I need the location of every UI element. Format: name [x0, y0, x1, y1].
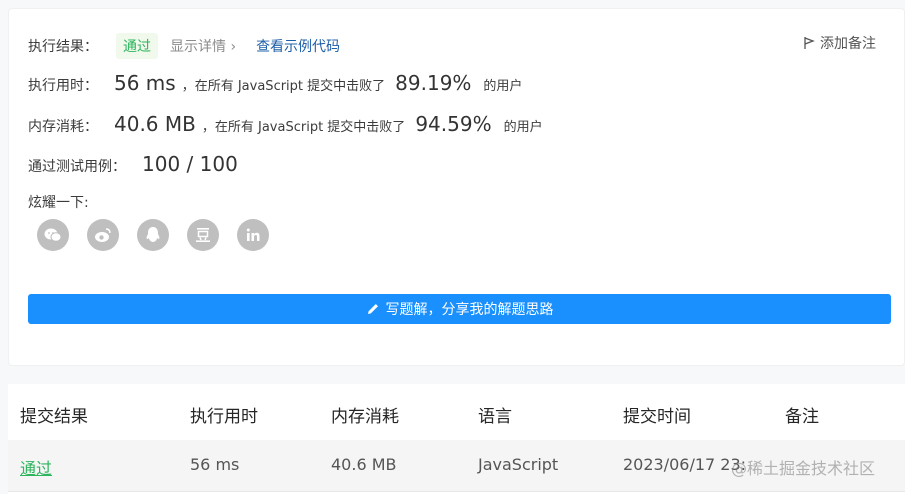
qq-icon[interactable] — [137, 219, 169, 251]
result-row: 执行结果： 通过 显示详情 › 查看示例代码 — [28, 33, 340, 59]
header-runtime: 执行用时 — [190, 407, 258, 427]
row-status-link[interactable]: 通过 — [20, 455, 52, 479]
runtime-label: 执行用时： — [28, 78, 98, 94]
watermark: @稀土掘金技术社区 — [731, 459, 876, 478]
row-memory: 40.6 MB — [331, 455, 397, 474]
header-memory: 内存消耗 — [331, 407, 399, 427]
memory-row: 内存消耗： 40.6 MB ，在所有 JavaScript 提交中击败了 94.… — [28, 112, 543, 136]
memory-percent: 94.59% — [415, 112, 492, 136]
tests-label: 通过测试用例： — [28, 159, 126, 175]
flag-icon — [804, 37, 815, 49]
row-language: JavaScript — [478, 455, 559, 474]
runtime-mid-text: ，在所有 JavaScript 提交中击败了 — [181, 79, 386, 94]
runtime-row: 执行用时： 56 ms ，在所有 JavaScript 提交中击败了 89.19… — [28, 71, 522, 95]
row-time: 2023/06/17 23: — [623, 455, 747, 474]
pencil-icon — [367, 304, 378, 314]
add-note-button[interactable]: 添加备注 — [802, 33, 876, 53]
share-row: 炫耀一下: — [28, 192, 89, 212]
share-label: 炫耀一下: — [28, 195, 89, 211]
memory-mid-text: ，在所有 JavaScript 提交中击败了 — [201, 120, 406, 135]
header-status: 提交结果 — [20, 407, 88, 427]
status-badge: 通过 — [116, 33, 158, 59]
write-solution-button[interactable]: 写题解，分享我的解题思路 — [28, 294, 891, 324]
view-sample-code-link[interactable]: 查看示例代码 — [256, 36, 340, 56]
result-label: 执行结果： — [28, 39, 98, 55]
share-icons — [37, 219, 269, 251]
write-solution-label: 写题解，分享我的解题思路 — [385, 302, 554, 318]
wechat-icon[interactable] — [37, 219, 69, 251]
douban-icon[interactable] — [187, 219, 219, 251]
add-note-label: 添加备注 — [820, 36, 876, 52]
memory-value: 40.6 MB — [114, 112, 196, 136]
tests-row: 通过测试用例： 100 / 100 — [28, 152, 238, 176]
header-time: 提交时间 — [623, 407, 691, 427]
header-language: 语言 — [478, 407, 512, 427]
memory-label: 内存消耗： — [28, 119, 98, 135]
row-runtime: 56 ms — [190, 455, 240, 474]
runtime-value: 56 ms — [114, 71, 176, 95]
show-details-link[interactable]: 显示详情 › — [170, 36, 236, 56]
submission-result-card: 执行结果： 通过 显示详情 › 查看示例代码 添加备注 执行用时： 56 ms … — [8, 8, 905, 366]
runtime-tail-text: 的用户 — [483, 79, 523, 94]
table-header: 提交结果 执行用时 内存消耗 语言 提交时间 备注 — [8, 384, 905, 440]
memory-tail-text: 的用户 — [503, 120, 543, 135]
tests-value: 100 / 100 — [142, 152, 238, 176]
weibo-icon[interactable] — [87, 219, 119, 251]
linkedin-icon[interactable] — [237, 219, 269, 251]
runtime-percent: 89.19% — [395, 71, 472, 95]
header-note: 备注 — [785, 407, 819, 427]
